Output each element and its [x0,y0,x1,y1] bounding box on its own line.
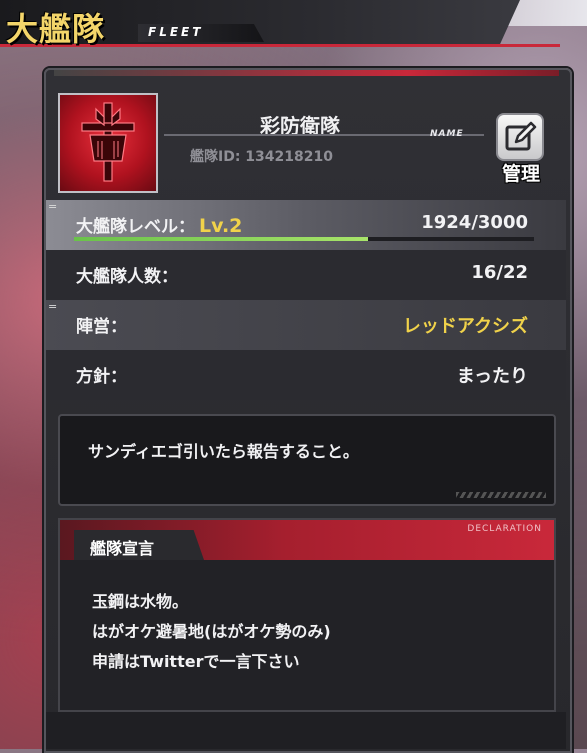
declaration-title-en: DECLARATION [467,524,542,534]
policy-row: 方針： まったり [46,350,566,400]
level-row: = 大艦隊レベル： Lv.2 1924/3000 [46,200,566,250]
panel-bottom [46,712,566,749]
level-label: 大艦隊レベル： Lv.2 [76,215,243,237]
faction-label: 陣営： [76,317,127,337]
declaration-title: 艦隊宣言 [90,539,155,558]
fleet-id: 艦隊ID: 134218210 [190,149,333,165]
manage-label[interactable]: 管理 [494,159,548,186]
faction-value: レッドアクシズ [402,316,528,337]
declaration-line: はがオケ避暑地(はがオケ勢のみ) [92,622,331,641]
members-label: 大艦隊人数： [76,267,178,287]
faction-row: = 陣営： レッドアクシズ [46,300,566,350]
declaration-box: 艦隊宣言 DECLARATION 玉鋼は水物。 はがオケ避暑地(はがオケ勢のみ)… [58,518,556,712]
manage-button[interactable]: 管理 [494,113,548,187]
exp-progress-bar [74,237,534,241]
top-bar: 大艦隊 FLEET [0,0,587,52]
members-row: 大艦隊人数： 16/22 [46,250,566,300]
screen-subtitle: FLEET [148,25,204,39]
decorative-stripes [456,492,546,498]
exp-value: 1924/3000 [421,212,528,233]
screen-title: 大艦隊 [6,10,106,48]
fleet-message-box: サンディエゴ引いたら報告すること。 [58,414,556,506]
name-tag: NAME [430,129,464,139]
declaration-line: 申請はTwitterで一言下さい [92,652,300,671]
fleet-message-text: サンディエゴ引いたら報告すること。 [88,442,359,461]
policy-value: まったり [456,366,528,387]
declaration-line: 玉鋼は水物。 [92,592,189,611]
policy-label: 方針： [76,367,127,387]
edit-icon[interactable] [496,113,544,161]
exp-progress-fill [74,237,369,241]
panel-top-accent [54,70,559,76]
level-value: Lv.2 [199,215,243,237]
fleet-emblem-icon [58,93,158,193]
members-value: 16/22 [471,262,528,283]
